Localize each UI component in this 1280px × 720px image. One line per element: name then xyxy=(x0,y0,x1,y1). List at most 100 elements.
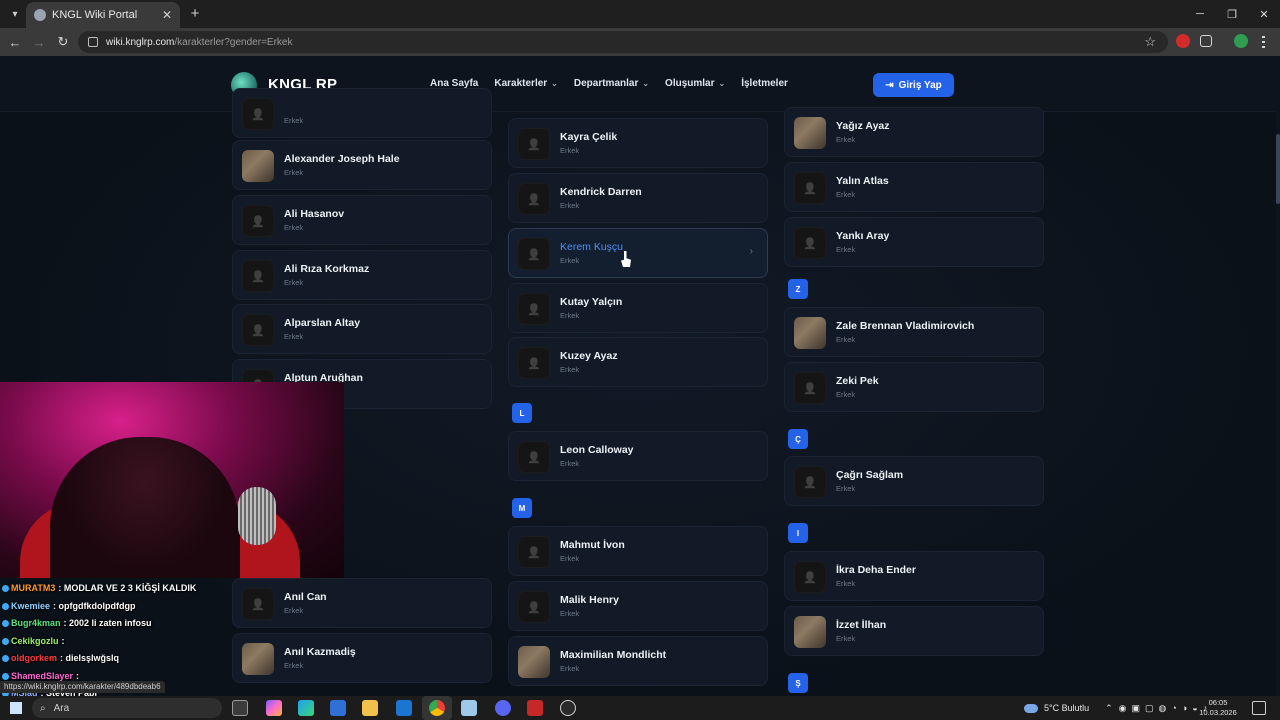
chat-badge-icon xyxy=(2,655,9,663)
user-placeholder-icon: 👤 xyxy=(794,172,826,204)
character-card[interactable]: 👤 Kendrick Darren Erkek xyxy=(508,173,768,223)
user-placeholder-icon: 👤 xyxy=(794,372,826,404)
character-card[interactable]: 👤 Yalın Atlas Erkek xyxy=(784,162,1044,212)
user-placeholder-icon: 👤 xyxy=(242,260,274,292)
character-card[interactable]: Zale Brennan Vladimirovich Erkek xyxy=(784,307,1044,357)
character-name: Ali Hasanov xyxy=(284,208,345,220)
character-card[interactable]: Anıl Kazmadiş Erkek xyxy=(232,633,492,683)
back-icon[interactable]: ← xyxy=(6,33,24,51)
character-card[interactable]: 👤 Çağrı Sağlam Erkek xyxy=(784,456,1044,506)
character-card[interactable]: İzzet İlhan Erkek xyxy=(784,606,1044,656)
close-window-icon[interactable]: ✕ xyxy=(1248,0,1280,28)
forward-icon[interactable]: → xyxy=(30,33,48,51)
character-name: Kerem Kuşçu xyxy=(560,241,624,253)
login-button[interactable]: ⇥ Giriş Yap xyxy=(873,73,954,97)
discord-icon[interactable] xyxy=(495,700,511,716)
character-card[interactable]: 👤 İkra Deha Ender Erkek xyxy=(784,551,1044,601)
search-placeholder: Ara xyxy=(53,702,70,714)
extensions-puzzle-icon[interactable] xyxy=(1200,35,1212,47)
extension-red-icon[interactable] xyxy=(1176,34,1190,48)
character-name: Kutay Yalçın xyxy=(560,296,623,308)
character-card[interactable]: 👤 Kerem Kuşçu Erkek › xyxy=(508,228,768,278)
bookmark-star-icon[interactable]: ☆ xyxy=(1144,34,1156,50)
user-placeholder-icon: 👤 xyxy=(518,128,550,160)
chat-message: Cekikgozlu: xyxy=(2,633,262,651)
character-name: Kendrick Darren xyxy=(560,186,642,198)
character-gender: Erkek xyxy=(560,365,580,374)
chat-separator: : xyxy=(61,635,65,646)
user-placeholder-icon: 👤 xyxy=(242,98,274,130)
character-gender: Erkek xyxy=(836,245,856,254)
windows-start-icon[interactable] xyxy=(10,702,22,714)
weather-text[interactable]: 5°C Bulutlu xyxy=(1044,703,1089,713)
browser-menu-icon[interactable] xyxy=(1262,36,1265,48)
file-explorer-icon[interactable] xyxy=(362,700,378,716)
tab-list-icon[interactable]: ▾ xyxy=(6,5,24,23)
character-gender: Erkek xyxy=(836,579,856,588)
letter-section-badge: Ş xyxy=(788,673,808,693)
app-icon[interactable] xyxy=(461,700,477,716)
character-card[interactable]: 👤 Ali Hasanov Erkek xyxy=(232,195,492,245)
nav-departmanlar[interactable]: Departmanlar ⌄ xyxy=(574,78,649,89)
chrome-icon[interactable] xyxy=(429,700,445,716)
obs-icon[interactable] xyxy=(560,700,576,716)
mail-icon[interactable] xyxy=(396,700,412,716)
user-placeholder-icon: 👤 xyxy=(518,441,550,473)
character-card[interactable]: 👤 Malik Henry Erkek xyxy=(508,581,768,631)
browser-tab[interactable]: KNGL Wiki Portal ✕ xyxy=(26,2,180,28)
close-tab-icon[interactable]: ✕ xyxy=(162,8,172,22)
character-card[interactable]: Yağız Ayaz Erkek xyxy=(784,107,1044,157)
clock-date: 10.03.2026 xyxy=(1199,708,1237,717)
profile-avatar-icon[interactable] xyxy=(1234,34,1248,48)
chat-badge-icon xyxy=(2,637,9,645)
weather-cloud-icon xyxy=(1024,703,1038,713)
nav-isletmeler[interactable]: İşletmeler xyxy=(741,78,788,89)
chat-username: oldgorkem xyxy=(11,653,58,663)
character-card[interactable]: 👤 Mahmut İvon Erkek xyxy=(508,526,768,576)
app-red-icon[interactable] xyxy=(527,700,543,716)
character-name: Alparslan Altay xyxy=(284,317,361,329)
character-card[interactable]: Maximilian Mondlicht Erkek xyxy=(508,636,768,686)
nav-karakterler[interactable]: Karakterler ⌄ xyxy=(494,78,558,89)
scrollbar-thumb[interactable] xyxy=(1276,134,1280,204)
nav-olusumlar[interactable]: Oluşumlar ⌄ xyxy=(665,78,725,89)
character-card[interactable]: 👤 Kayra Çelik Erkek xyxy=(508,118,768,168)
minimize-icon[interactable]: ─ xyxy=(1184,0,1216,28)
reload-icon[interactable]: ↻ xyxy=(54,33,72,51)
character-name: Mahmut İvon xyxy=(560,539,625,551)
character-card[interactable]: 👤 Anıl Can Erkek xyxy=(232,578,492,628)
letter-section-badge: Ç xyxy=(788,429,808,449)
character-gender: Erkek xyxy=(560,554,580,563)
taskbar-clock[interactable]: 06:05 10.03.2026 xyxy=(1196,698,1240,718)
character-name: İkra Deha Ender xyxy=(836,564,916,576)
character-name: Zale Brennan Vladimirovich xyxy=(836,320,975,332)
character-gender: Erkek xyxy=(560,256,580,265)
page-scrollbar[interactable] xyxy=(1276,56,1280,698)
tray-chevron-icon[interactable]: ⌃ xyxy=(1105,703,1113,714)
restore-icon[interactable]: ❐ xyxy=(1216,0,1248,28)
notification-icon[interactable] xyxy=(1252,701,1266,715)
character-card[interactable]: 👤 Ali Rıza Korkmaz Erkek xyxy=(232,250,492,300)
copilot-icon[interactable] xyxy=(266,700,282,716)
taskbar-search[interactable]: ⌕ Ara xyxy=(32,698,222,718)
chat-username: Kwemiee xyxy=(11,600,51,611)
task-view-icon[interactable] xyxy=(232,700,248,716)
site-info-icon[interactable] xyxy=(88,37,98,47)
character-card[interactable]: 👤 Erkek xyxy=(232,88,492,138)
character-card[interactable]: 👤 Leon Calloway Erkek xyxy=(508,431,768,481)
store-icon[interactable] xyxy=(330,700,346,716)
browser-tabbar: ▾ KNGL Wiki Portal ✕ + ─ ❐ ✕ xyxy=(0,0,1280,28)
edge-icon[interactable] xyxy=(298,700,314,716)
search-icon: ⌕ xyxy=(40,702,46,714)
character-card[interactable]: 👤 Kutay Yalçın Erkek xyxy=(508,283,768,333)
chat-text: 2002 li zaten infosu xyxy=(69,618,152,628)
character-card[interactable]: 👤 Yankı Aray Erkek xyxy=(784,217,1044,267)
character-card[interactable]: 👤 Zeki Pek Erkek xyxy=(784,362,1044,412)
chat-separator: : xyxy=(76,670,80,681)
character-card[interactable]: Alexander Joseph Hale Erkek xyxy=(232,140,492,190)
character-card[interactable]: 👤 Alparslan Altay Erkek xyxy=(232,304,492,354)
address-bar[interactable]: wiki.knglrp.com/karakterler?gender=Erkek… xyxy=(78,31,1168,53)
character-name: Yağız Ayaz xyxy=(836,120,890,132)
new-tab-icon[interactable]: + xyxy=(186,4,204,22)
character-card[interactable]: 👤 Kuzey Ayaz Erkek xyxy=(508,337,768,387)
